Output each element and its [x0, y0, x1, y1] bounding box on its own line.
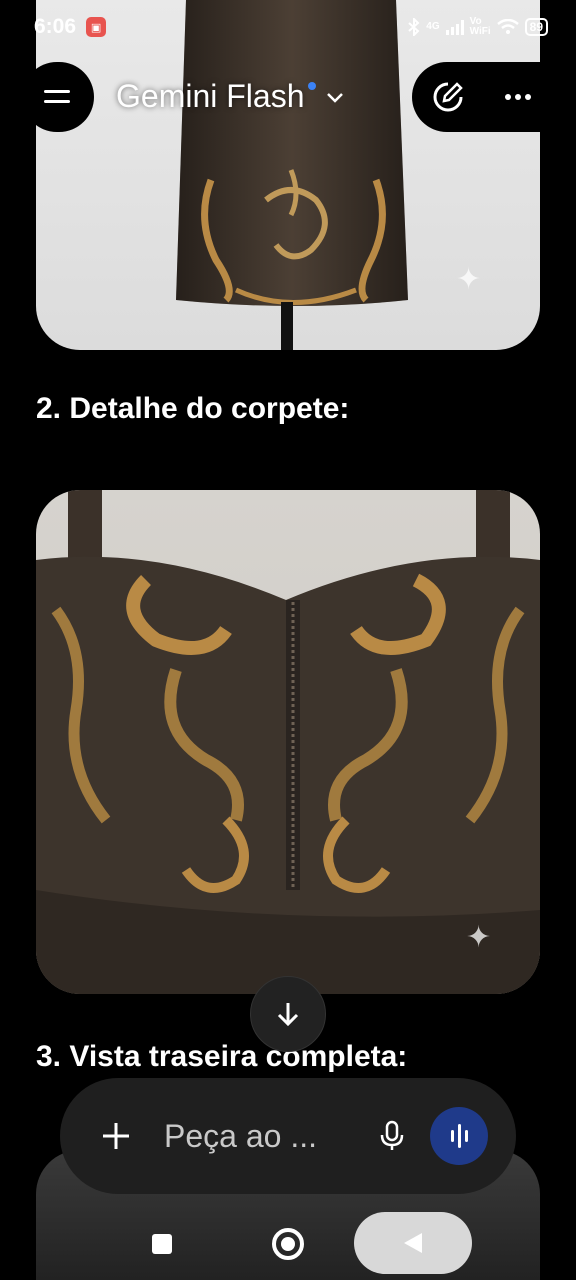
hamburger-menu-icon [44, 90, 70, 103]
signal-icon [445, 19, 464, 35]
status-icons: 4G Vo WiFi 89 [408, 17, 548, 37]
chevron-down-icon [326, 92, 343, 103]
corset-detail-image[interactable]: ✦ [36, 490, 540, 994]
status-bar: 6:06 ▣ 4G Vo WiFi 89 [0, 0, 576, 54]
app-title: Gemini Flash [116, 78, 305, 114]
prompt-bar: Peça ao ... [60, 1078, 516, 1194]
section-heading-corpete: 2. Detalhe do corpete: [36, 392, 350, 425]
recents-button[interactable] [152, 1234, 172, 1254]
system-nav-bar [0, 1206, 576, 1280]
network-type: 4G [426, 21, 440, 32]
vowifi-label: Vo WiFi [469, 16, 491, 37]
live-voice-button[interactable] [430, 1107, 488, 1165]
corset-illustration [36, 490, 540, 994]
plus-icon[interactable] [100, 1120, 132, 1152]
battery-icon: 89 [524, 18, 548, 36]
prompt-input[interactable]: Peça ao ... [164, 1118, 380, 1155]
bluetooth-icon [408, 18, 420, 36]
wifi-icon [496, 19, 519, 34]
back-triangle-icon [404, 1233, 422, 1253]
sparkle-icon: ✦ [456, 262, 482, 297]
scroll-down-button[interactable] [250, 976, 326, 1052]
home-button[interactable] [272, 1228, 304, 1260]
menu-button[interactable] [22, 62, 94, 132]
arrow-down-icon [277, 1003, 299, 1027]
top-actions [412, 62, 576, 132]
shopping-notification-icon: ▣ [86, 17, 107, 37]
status-time: 6:06 [34, 15, 77, 38]
model-selector[interactable]: Gemini Flash [116, 78, 344, 115]
more-horiz-icon[interactable] [504, 93, 532, 101]
new-indicator-dot [307, 81, 316, 90]
back-button[interactable] [354, 1212, 472, 1274]
edit-icon[interactable] [430, 79, 466, 115]
microphone-icon[interactable] [380, 1120, 404, 1152]
sparkle-icon: ✦ [466, 920, 492, 955]
section-heading-vista-traseira: 3. Vista traseira completa: [36, 1040, 408, 1073]
